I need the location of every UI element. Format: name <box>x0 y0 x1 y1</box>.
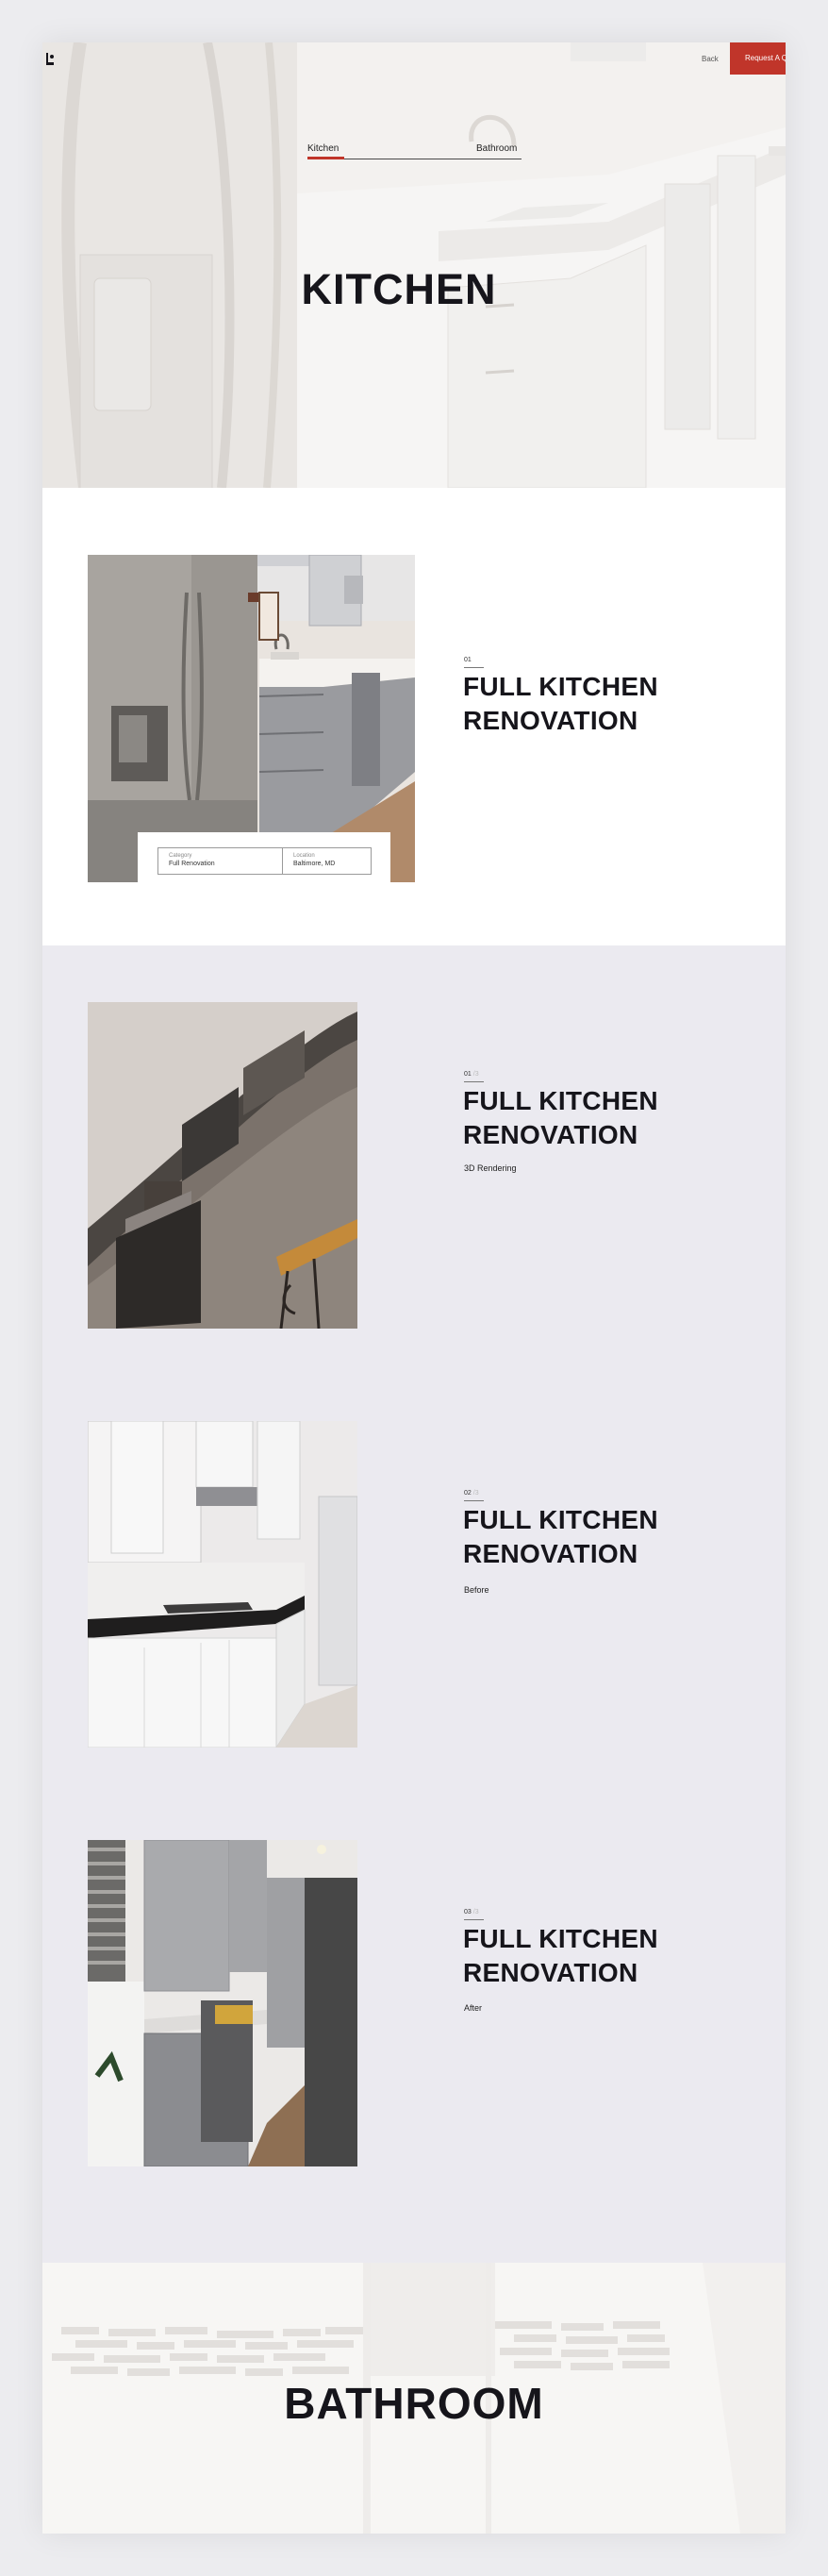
project-number: 01 <box>464 657 484 668</box>
gallery-title-2-line2: RENOVATION <box>463 1539 638 1568</box>
gallery-total-1: /3 <box>472 1071 479 1078</box>
bathroom-title-text: BATHROOM <box>284 2379 544 2428</box>
bathroom-title: BATHROOM <box>42 2378 786 2429</box>
project-title: FULL KITCHEN RENOVATION <box>463 670 658 738</box>
gallery-subtitle-1: 3D Rendering <box>464 1163 517 1173</box>
gallery-subtitle-3: After <box>464 2003 483 2013</box>
gallery-number-2: 02 /3 <box>464 1490 484 1501</box>
gallery-title-1: FULL KITCHEN RENOVATION <box>463 1084 658 1152</box>
page-title: KITCHEN <box>42 265 786 314</box>
gallery-image-before[interactable] <box>88 1421 357 1748</box>
gallery-title-1-line2: RENOVATION <box>463 1120 638 1149</box>
gallery-title-3-line2: RENOVATION <box>463 1958 638 1987</box>
bathroom-section[interactable]: BATHROOM <box>42 2263 786 2534</box>
gallery-number-3-text: 03 <box>464 1909 472 1915</box>
meta-category-key: Category <box>169 853 192 859</box>
gallery-image-rendering[interactable] <box>88 1002 357 1329</box>
project-title-line2: RENOVATION <box>463 706 638 735</box>
gallery-title-1-line1: FULL KITCHEN <box>463 1086 658 1115</box>
meta-category: Category Full Renovation <box>157 847 283 875</box>
project-gallery: 01 /3 FULL KITCHEN RENOVATION 3D Renderi… <box>42 945 786 2263</box>
kitchen-hero: Back Request A Quote Kitchen Bathroom KI… <box>42 42 786 488</box>
gallery-number-1-text: 01 <box>464 1071 472 1078</box>
gallery-total-2: /3 <box>472 1490 479 1497</box>
project-number-text: 01 <box>464 657 472 663</box>
gallery-subtitle-2: Before <box>464 1585 489 1595</box>
gallery-number-2-text: 02 <box>464 1490 472 1497</box>
category-tabs: Kitchen Bathroom <box>307 142 522 160</box>
request-quote-button[interactable]: Request A Quote <box>730 42 786 75</box>
gallery-title-2: FULL KITCHEN RENOVATION <box>463 1503 658 1571</box>
meta-category-value: Full Renovation <box>169 861 215 867</box>
tab-bathroom[interactable]: Bathroom <box>476 143 517 154</box>
gallery-image-after[interactable] <box>88 1840 357 2166</box>
gallery-title-3: FULL KITCHEN RENOVATION <box>463 1922 658 1990</box>
meta-location-key: Location <box>293 853 315 859</box>
meta-location-value: Baltimore, MD <box>293 861 336 867</box>
gallery-number-3: 03 /3 <box>464 1909 484 1920</box>
page-title-text: KITCHEN <box>301 265 497 313</box>
gallery-total-3: /3 <box>472 1909 479 1915</box>
featured-project: Category Full Renovation Location Baltim… <box>42 488 786 945</box>
back-link[interactable]: Back <box>702 55 719 63</box>
project-title-line1: FULL KITCHEN <box>463 672 658 701</box>
gallery-number-1: 01 /3 <box>464 1071 484 1082</box>
gallery-title-3-line1: FULL KITCHEN <box>463 1924 658 1953</box>
meta-location: Location Baltimore, MD <box>282 847 372 875</box>
gallery-title-2-line1: FULL KITCHEN <box>463 1505 658 1534</box>
brand-logo-icon[interactable] <box>44 52 56 67</box>
tab-kitchen[interactable]: Kitchen <box>307 143 345 159</box>
page: Back Request A Quote Kitchen Bathroom KI… <box>42 42 786 2534</box>
project-meta: Category Full Renovation Location Baltim… <box>138 832 390 885</box>
